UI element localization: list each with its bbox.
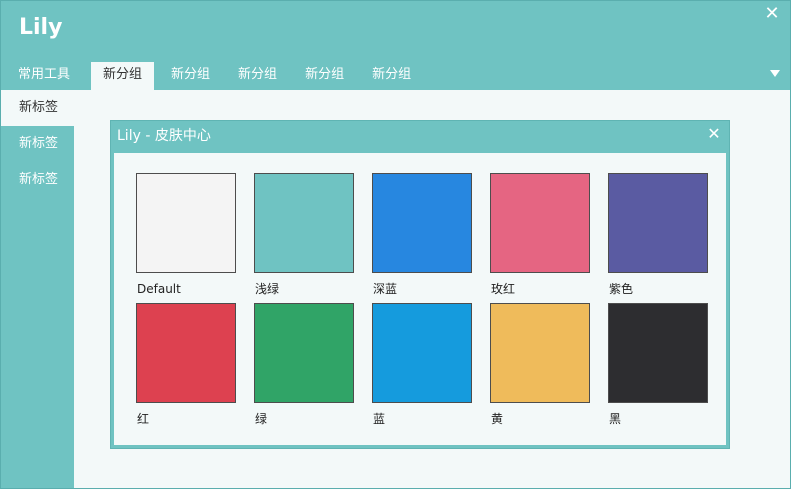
dialog-close-icon[interactable]: ✕ <box>705 125 723 143</box>
skin-label: 黑 <box>609 412 622 426</box>
skin-option[interactable]: 黄 <box>490 303 590 433</box>
close-icon[interactable]: ✕ <box>762 4 782 24</box>
skin-label: 紫色 <box>609 282 634 296</box>
skin-option[interactable]: 浅绿 <box>254 173 354 303</box>
sidebar: 新标签 新标签 新标签 <box>1 90 74 198</box>
skin-swatch[interactable] <box>136 303 236 403</box>
skin-swatch[interactable] <box>490 173 590 273</box>
app-title: Lily <box>19 15 63 40</box>
skin-swatch[interactable] <box>608 173 708 273</box>
sidebar-item-new-tag-3[interactable]: 新标签 <box>1 162 74 198</box>
tab-new-group-5[interactable]: 新分组 <box>365 62 418 90</box>
skin-label: 浅绿 <box>255 282 280 296</box>
skin-label: 绿 <box>255 412 268 426</box>
tab-new-group-1[interactable]: 新分组 <box>91 62 155 90</box>
skin-option[interactable]: 玫红 <box>490 173 590 303</box>
skin-swatch[interactable] <box>608 303 708 403</box>
dialog-title: Lily - 皮肤中心 <box>117 128 211 144</box>
skin-label: 红 <box>137 412 150 426</box>
app-window: Lily ✕ 常用工具 新分组 新分组 新分组 新分组 新分组 新标签 新标签 … <box>0 0 791 489</box>
tab-new-group-4[interactable]: 新分组 <box>298 62 351 90</box>
dialog-body: Default 浅绿 深蓝 玫红 紫色 红 绿 蓝 黄 黑 <box>114 153 726 445</box>
skin-label: 蓝 <box>373 412 386 426</box>
skin-swatch[interactable] <box>136 173 236 273</box>
skin-label: 玫红 <box>491 282 516 296</box>
skin-option[interactable]: 红 <box>136 303 236 433</box>
skin-option[interactable]: 紫色 <box>608 173 708 303</box>
tab-new-group-3[interactable]: 新分组 <box>231 62 284 90</box>
skin-swatch[interactable] <box>372 173 472 273</box>
skin-option[interactable]: 深蓝 <box>372 173 472 303</box>
sidebar-item-new-tag-2[interactable]: 新标签 <box>1 126 74 162</box>
skin-swatch[interactable] <box>490 303 590 403</box>
chevron-down-icon[interactable] <box>770 70 780 77</box>
skin-label: 黄 <box>491 412 504 426</box>
skin-label: 深蓝 <box>373 282 398 296</box>
skin-swatch[interactable] <box>372 303 472 403</box>
skin-center-dialog: Lily - 皮肤中心 ✕ Default 浅绿 深蓝 玫红 紫色 红 绿 蓝 … <box>110 120 730 449</box>
tab-new-group-2[interactable]: 新分组 <box>164 62 217 90</box>
skin-option[interactable]: 绿 <box>254 303 354 433</box>
skin-swatch[interactable] <box>254 173 354 273</box>
tab-common-tools[interactable]: 常用工具 <box>11 62 77 90</box>
skin-option[interactable]: 蓝 <box>372 303 472 433</box>
sidebar-item-new-tag-1[interactable]: 新标签 <box>1 90 74 126</box>
skin-swatch[interactable] <box>254 303 354 403</box>
tab-bar: 常用工具 新分组 新分组 新分组 新分组 新分组 <box>11 62 432 90</box>
skin-option[interactable]: 黑 <box>608 303 708 433</box>
skin-option[interactable]: Default <box>136 173 236 303</box>
skin-label: Default <box>137 282 181 296</box>
skin-grid: Default 浅绿 深蓝 玫红 紫色 红 绿 蓝 黄 黑 <box>136 173 708 433</box>
